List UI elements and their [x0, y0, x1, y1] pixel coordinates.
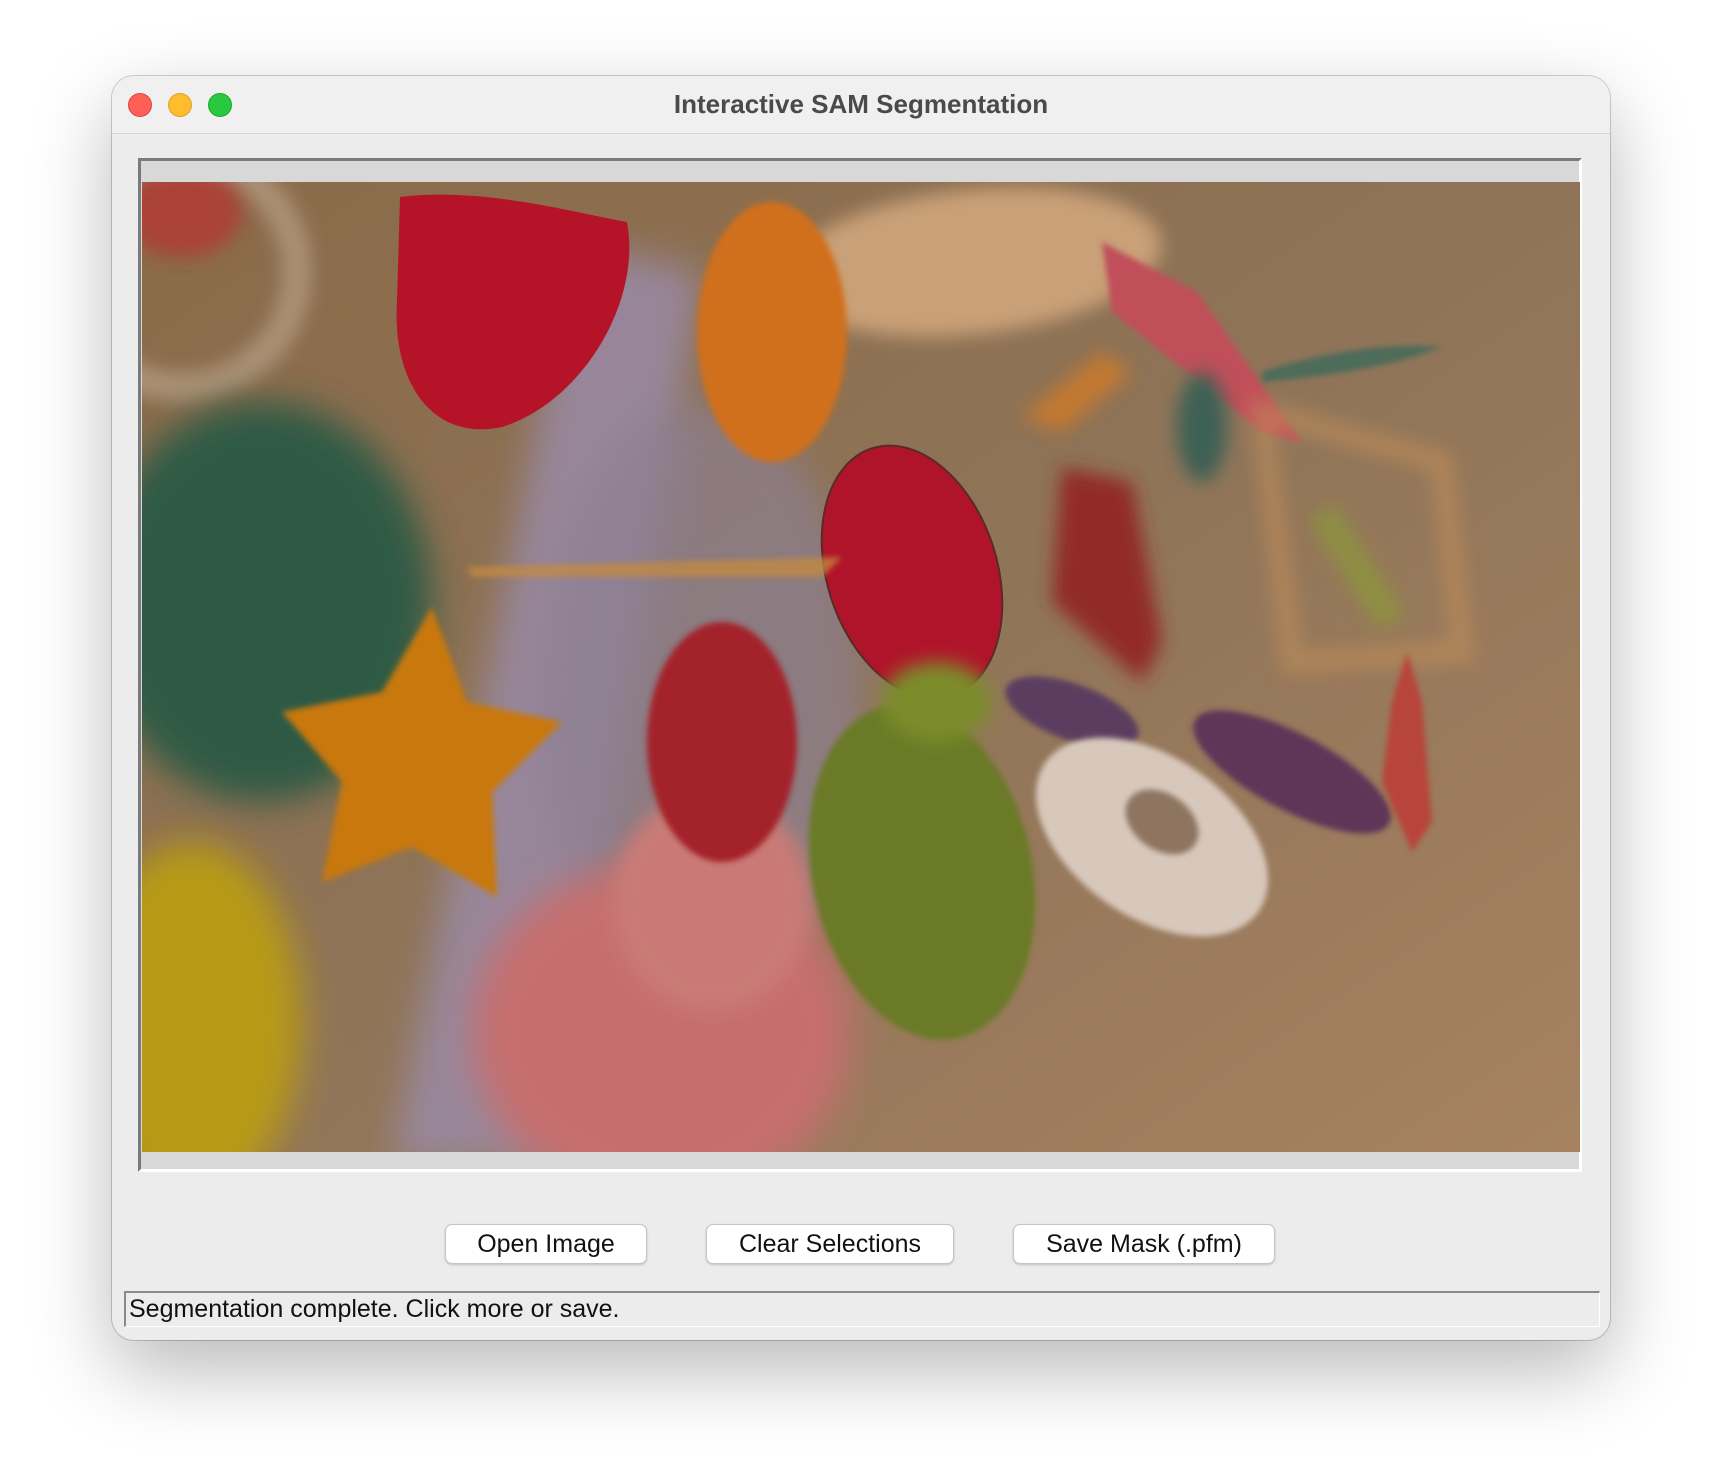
open-image-button[interactable]: Open Image — [445, 1224, 647, 1264]
window-title: Interactive SAM Segmentation — [673, 89, 1049, 119]
loaded-image[interactable] — [142, 182, 1580, 1152]
status-bar: Segmentation complete. Click more or sav… — [124, 1291, 1600, 1327]
title-bar[interactable]: Interactive SAM Segmentation — [112, 76, 1610, 134]
clear-selections-button[interactable]: Clear Selections — [706, 1224, 954, 1264]
button-row: Open Image Clear Selections Save Mask (.… — [112, 1224, 1610, 1264]
image-render — [142, 182, 1580, 1152]
app-window: Interactive SAM Segmentation Open Image … — [112, 76, 1610, 1340]
save-mask-button[interactable]: Save Mask (.pfm) — [1013, 1224, 1275, 1264]
image-canvas[interactable] — [138, 158, 1582, 1172]
